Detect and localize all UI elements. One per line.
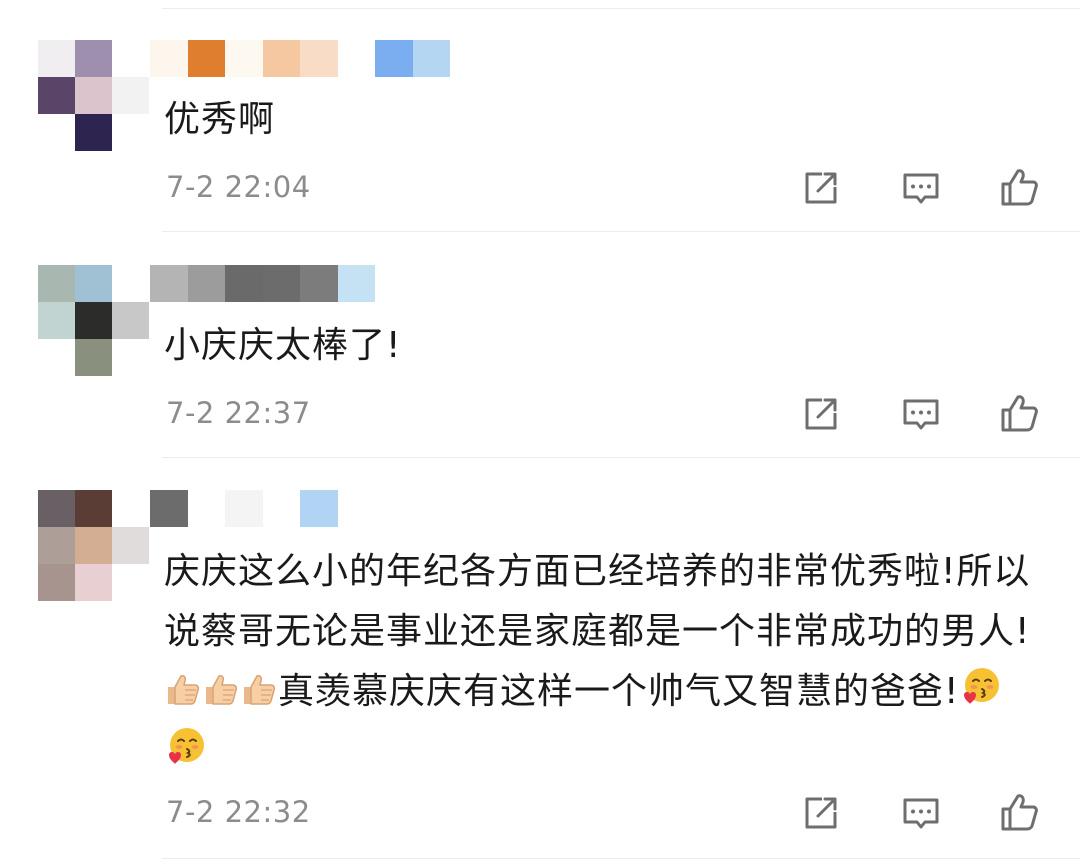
avatar-pixel [38, 265, 75, 302]
share-icon[interactable] [800, 792, 842, 834]
comment-time: 7-2 22:04 [166, 170, 311, 204]
avatar-pixel [38, 527, 75, 564]
avatar-pixel [112, 564, 149, 601]
username-pixel [187, 265, 225, 302]
username-pixel [262, 40, 300, 77]
comment-text: 庆庆这么小的年纪各方面已经培养的非常优秀啦!所以说蔡哥无论是事业还是家庭都是一个… [164, 542, 1044, 782]
comment-icon[interactable] [900, 167, 942, 209]
avatar-pixel [38, 40, 75, 77]
avatar-pixel [38, 302, 75, 339]
comment-actions [800, 792, 1050, 836]
blowing-kiss-emoji [165, 725, 207, 767]
username-pixel [225, 40, 263, 77]
username-pixel [412, 40, 450, 77]
comment-icon[interactable] [900, 792, 942, 834]
comment-text-part: 真羡慕庆庆有这样一个帅气又智慧的爸爸! [278, 671, 960, 712]
comment-text-part: 庆庆这么小的年纪各方面已经培养的非常优秀啦!所以说蔡哥无论是事业还是家庭都是一个… [164, 551, 1031, 652]
share-icon[interactable] [800, 167, 842, 209]
avatar-pixel [112, 302, 149, 339]
username-pixel [337, 40, 375, 77]
username-pixel [187, 40, 225, 77]
avatar-pixel [75, 114, 112, 151]
avatar[interactable] [38, 40, 150, 152]
comment-divider [162, 858, 1080, 859]
username-pixel [225, 265, 263, 302]
thumbs-up-icon[interactable] [998, 393, 1040, 435]
avatar[interactable] [38, 265, 150, 377]
avatar-pixel [75, 527, 112, 564]
username-pixel [150, 40, 188, 77]
avatar-pixel [112, 490, 149, 527]
comment-actions [800, 393, 1050, 437]
comment-time: 7-2 22:32 [166, 795, 311, 829]
thumbs-up-icon[interactable] [998, 792, 1040, 834]
username-pixel [262, 490, 300, 527]
avatar-pixel [112, 77, 149, 114]
avatar-pixel [38, 77, 75, 114]
username-pixel [262, 265, 300, 302]
username-pixel [150, 490, 188, 527]
avatar-pixel [38, 490, 75, 527]
comment-icon[interactable] [900, 393, 942, 435]
username-pixel [225, 490, 263, 527]
username-pixel [300, 490, 338, 527]
username-pixel [337, 265, 375, 302]
avatar[interactable] [38, 490, 150, 602]
avatar-pixel [38, 339, 75, 376]
thumbs-up-emoji [241, 671, 277, 707]
avatar-pixel [112, 265, 149, 302]
avatar-pixel [75, 302, 112, 339]
username-pixel [187, 490, 225, 527]
username-pixel [300, 265, 338, 302]
avatar-pixel [75, 490, 112, 527]
thumbs-up-emoji [165, 671, 201, 707]
comment-divider [162, 457, 1080, 458]
avatar-pixel [112, 527, 149, 564]
avatar-pixel [75, 77, 112, 114]
username-pixel [375, 40, 413, 77]
avatar-pixel [112, 40, 149, 77]
comment-divider [162, 231, 1080, 232]
username-pixel [150, 265, 188, 302]
avatar-pixel [75, 40, 112, 77]
avatar-pixel [112, 114, 149, 151]
avatar-pixel [75, 265, 112, 302]
avatar-pixel [38, 114, 75, 151]
thumbs-up-icon[interactable] [998, 167, 1040, 209]
thumbs-up-emoji [203, 671, 239, 707]
avatar-pixel [75, 339, 112, 376]
comment-actions [800, 167, 1050, 211]
avatar-pixel [75, 564, 112, 601]
avatar-pixel [112, 339, 149, 376]
share-icon[interactable] [800, 393, 842, 435]
blowing-kiss-emoji [960, 665, 1002, 707]
avatar-pixel [38, 564, 75, 601]
top-divider [162, 8, 1080, 9]
comment-text: 优秀啊 [164, 99, 276, 140]
comment-text: 小庆庆太棒了! [164, 325, 402, 366]
username-pixel [300, 40, 338, 77]
comment-time: 7-2 22:37 [166, 396, 311, 430]
